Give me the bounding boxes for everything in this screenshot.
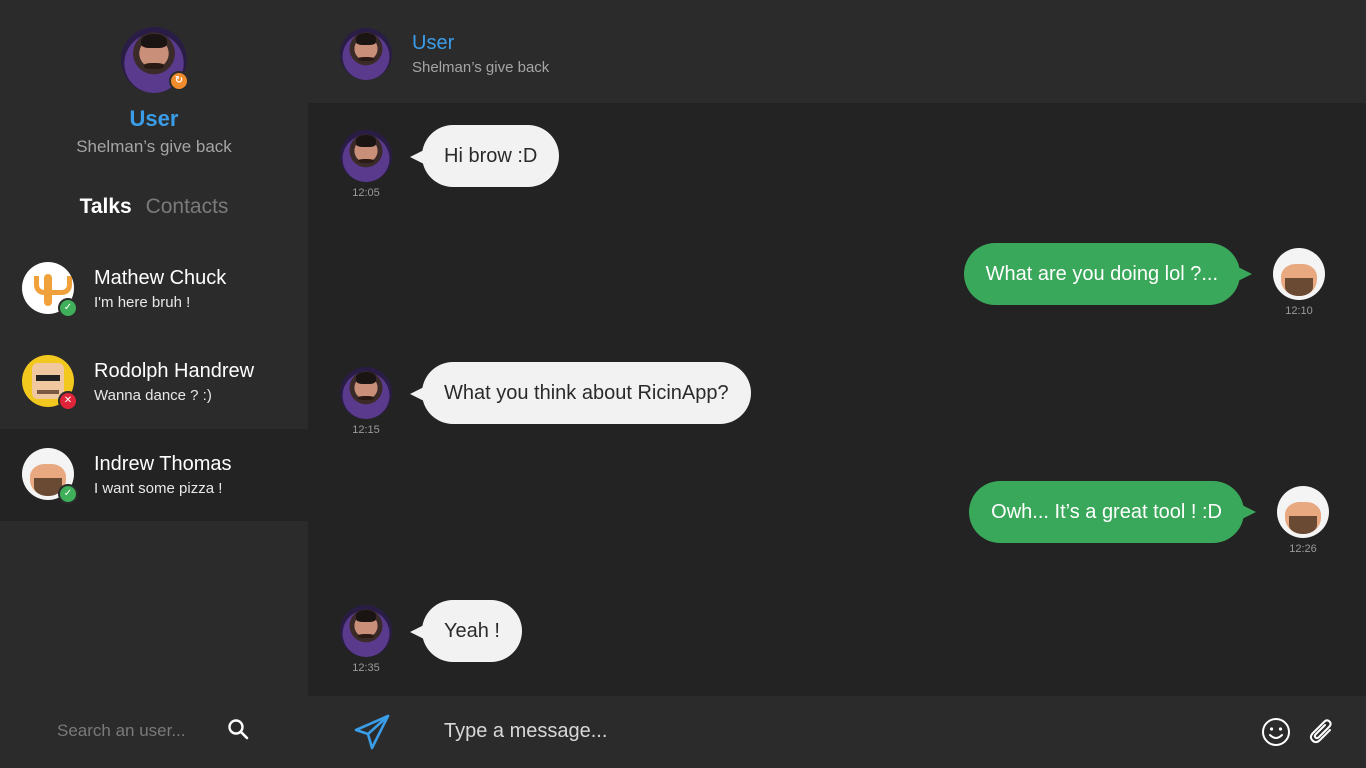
refresh-icon: ↻ (169, 71, 189, 91)
talk-preview: I'm here bruh ! (94, 294, 191, 311)
message-time: 12:35 (352, 662, 380, 674)
message-input[interactable] (444, 716, 1204, 746)
search-input[interactable] (57, 718, 217, 744)
message-time: 12:15 (352, 424, 380, 436)
message-bubble-incoming: Hi brow :D (409, 125, 560, 187)
profile-avatar-wrap[interactable]: ↻ (121, 27, 189, 93)
talk-name: Rodolph Handrew (94, 360, 255, 382)
check-icon: ✓ (58, 484, 78, 504)
profile-status: Shelman’s give back (76, 137, 232, 156)
message-composer (308, 696, 1366, 768)
chat-contact-name: User (412, 32, 455, 54)
message-bubble-outgoing: Owh... It’s a great tool ! :D (969, 481, 1256, 543)
message-bubble-incoming: Yeah ! (410, 600, 522, 662)
search-bar (0, 696, 308, 768)
x-icon: ✕ (58, 391, 78, 411)
paperclip-icon[interactable] (1306, 716, 1338, 748)
talk-item-mathew-chuck[interactable]: ✓ Mathew Chuck I'm here bruh ! (0, 243, 308, 335)
message-time: 12:26 (1289, 543, 1317, 555)
tab-contacts[interactable]: Contacts (146, 195, 229, 219)
talk-preview: I want some pizza ! (94, 480, 223, 497)
message-bubble-incoming: What you think about RicinApp? (410, 362, 751, 424)
chat-contact-status: Shelman’s give back (412, 59, 550, 76)
search-icon[interactable] (226, 717, 250, 741)
avatar (1273, 248, 1325, 300)
avatar[interactable] (340, 28, 392, 80)
sidebar: ↻ User Shelman’s give back Talks Contact… (0, 0, 308, 768)
message-time: 12:05 (352, 187, 380, 199)
message-time: 12:10 (1285, 305, 1313, 317)
avatar (340, 367, 392, 419)
talk-item-indrew-thomas[interactable]: ✓ Indrew Thomas I want some pizza ! (0, 429, 308, 521)
message-bubble-outgoing: What are you doing lol ?... (963, 243, 1253, 305)
talk-item-rodolph-handrew[interactable]: ✕ Rodolph Handrew Wanna dance ? :) (0, 336, 308, 428)
talk-preview: Wanna dance ? :) (94, 387, 212, 404)
avatar (340, 605, 392, 657)
avatar (340, 130, 392, 182)
talk-name: Indrew Thomas (94, 453, 232, 475)
avatar (1277, 486, 1329, 538)
chat-header: User Shelman’s give back (308, 0, 1366, 103)
profile-name: User (129, 106, 179, 131)
check-icon: ✓ (58, 298, 78, 318)
send-icon[interactable] (352, 712, 392, 752)
tab-bar: Talks Contacts (0, 195, 308, 219)
emoji-icon[interactable] (1260, 716, 1292, 748)
talk-name: Mathew Chuck (94, 267, 227, 289)
tab-talks[interactable]: Talks (80, 195, 132, 219)
